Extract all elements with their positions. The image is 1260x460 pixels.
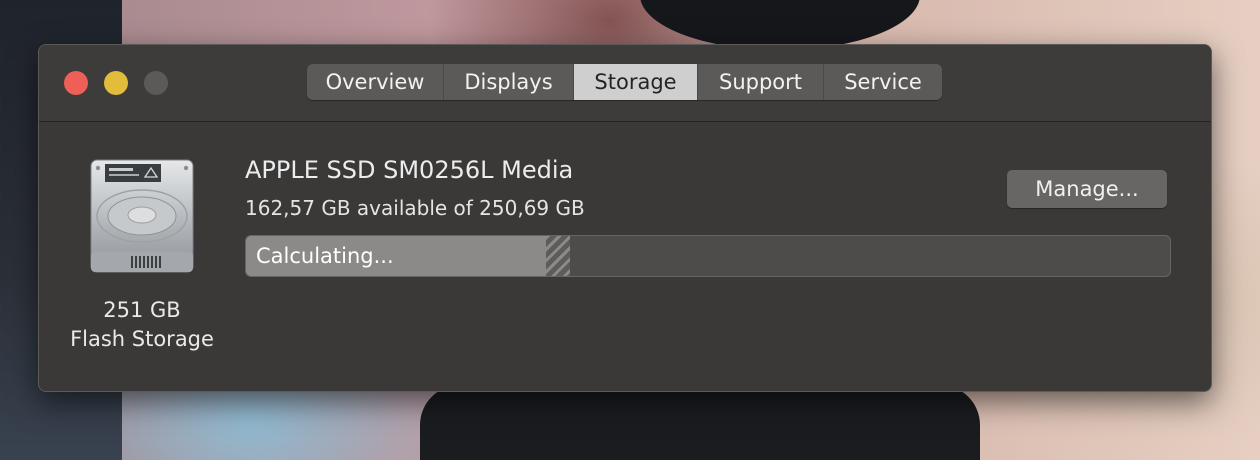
tab-displays[interactable]: Displays bbox=[444, 64, 574, 100]
tab-overview[interactable]: Overview bbox=[307, 64, 444, 100]
manage-button[interactable]: Manage... bbox=[1007, 170, 1167, 208]
about-this-mac-window: Overview Displays Storage Support Servic… bbox=[38, 44, 1212, 392]
tab-storage[interactable]: Storage bbox=[574, 64, 698, 100]
storage-usage-bar: Calculating... bbox=[245, 235, 1171, 277]
tab-support[interactable]: Support bbox=[698, 64, 824, 100]
desktop-wallpaper-hat bbox=[640, 0, 920, 50]
storage-type-label: Flash Storage bbox=[70, 327, 214, 351]
tab-bar: Overview Displays Storage Support Servic… bbox=[307, 64, 942, 100]
storage-panel: 251 GB Flash Storage APPLE SSD SM0256L M… bbox=[39, 122, 1211, 391]
disk-name: APPLE SSD SM0256L Media bbox=[245, 156, 574, 184]
usage-status-label: Calculating... bbox=[256, 244, 394, 268]
storage-capacity-label: 251 GB bbox=[103, 298, 181, 322]
ssd-drive-icon bbox=[85, 158, 199, 276]
available-space-text: 162,57 GB available of 250,69 GB bbox=[245, 196, 585, 220]
window-titlebar: Overview Displays Storage Support Servic… bbox=[39, 45, 1211, 122]
close-window-button[interactable] bbox=[64, 71, 88, 95]
tab-service[interactable]: Service bbox=[824, 64, 942, 100]
minimize-window-button[interactable] bbox=[104, 71, 128, 95]
desktop-wallpaper-dress bbox=[420, 385, 980, 460]
calculating-stripe-segment bbox=[546, 236, 570, 276]
zoom-window-button bbox=[144, 71, 168, 95]
